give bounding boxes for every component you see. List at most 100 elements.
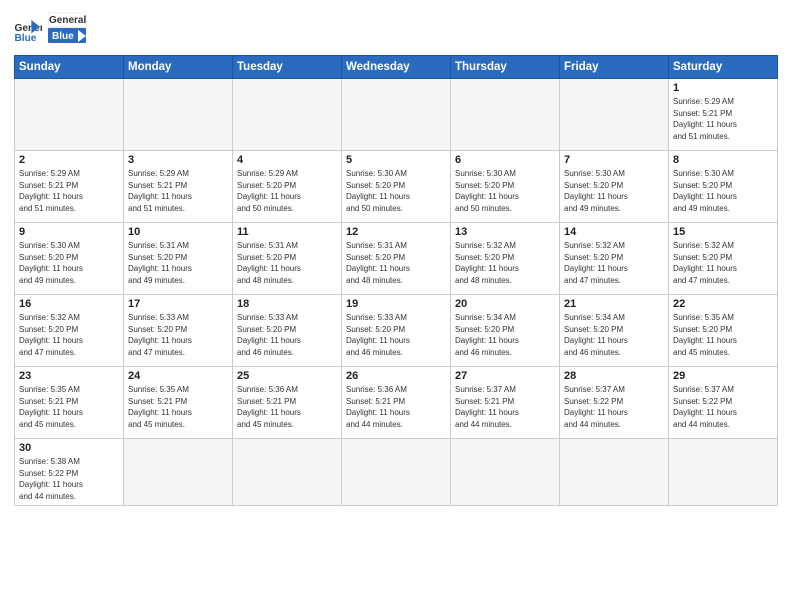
calendar-week-row: 9 Sunrise: 5:30 AM Sunset: 5:20 PM Daylig… [15,223,778,295]
day-number: 19 [346,298,446,310]
calendar-cell [451,439,560,506]
svg-text:Blue: Blue [14,33,36,42]
day-info: Sunrise: 5:29 AM Sunset: 5:21 PM Dayligh… [673,96,773,142]
day-info: Sunrise: 5:33 AM Sunset: 5:20 PM Dayligh… [237,312,337,358]
day-info: Sunrise: 5:30 AM Sunset: 5:20 PM Dayligh… [346,168,446,214]
calendar-cell: 28Sunrise: 5:37 AM Sunset: 5:22 PM Dayli… [560,367,669,439]
day-info: Sunrise: 5:36 AM Sunset: 5:21 PM Dayligh… [237,384,337,430]
logo-area: General Blue General Blue [14,12,88,49]
weekday-header-thursday: Thursday [451,56,560,79]
calendar-cell: 19 Sunrise: 5:33 AM Sunset: 5:20 PM Dayli… [342,295,451,367]
calendar-week-row: 23Sunrise: 5:35 AM Sunset: 5:21 PM Dayli… [15,367,778,439]
weekday-header-saturday: Saturday [669,56,778,79]
day-number: 27 [455,370,555,382]
calendar-cell: 5Sunrise: 5:30 AM Sunset: 5:20 PM Daylig… [342,151,451,223]
svg-text:Blue: Blue [52,31,74,42]
day-number: 25 [237,370,337,382]
calendar-cell: 11 Sunrise: 5:31 AM Sunset: 5:20 PM Dayli… [233,223,342,295]
calendar-cell: 30 Sunrise: 5:38 AM Sunset: 5:22 PM Dayli… [15,439,124,506]
svg-text:General: General [49,15,86,26]
day-number: 8 [673,154,773,166]
calendar-cell [124,79,233,151]
day-number: 26 [346,370,446,382]
calendar-header-row: SundayMondayTuesdayWednesdayThursdayFrid… [15,56,778,79]
weekday-header-wednesday: Wednesday [342,56,451,79]
day-number: 21 [564,298,664,310]
calendar-cell: 23Sunrise: 5:35 AM Sunset: 5:21 PM Dayli… [15,367,124,439]
day-info: Sunrise: 5:30 AM Sunset: 5:20 PM Dayligh… [19,240,119,286]
weekday-header-sunday: Sunday [15,56,124,79]
day-info: Sunrise: 5:33 AM Sunset: 5:20 PM Dayligh… [128,312,228,358]
calendar-cell: 1 Sunrise: 5:29 AM Sunset: 5:21 PM Daylig… [669,79,778,151]
calendar-cell: 7Sunrise: 5:30 AM Sunset: 5:20 PM Daylig… [560,151,669,223]
day-number: 6 [455,154,555,166]
day-info: Sunrise: 5:30 AM Sunset: 5:20 PM Dayligh… [455,168,555,214]
calendar-cell: 10Sunrise: 5:31 AM Sunset: 5:20 PM Dayli… [124,223,233,295]
day-number: 2 [19,154,119,166]
calendar-week-row: 1 Sunrise: 5:29 AM Sunset: 5:21 PM Daylig… [15,79,778,151]
day-number: 15 [673,226,773,238]
day-info: Sunrise: 5:32 AM Sunset: 5:20 PM Dayligh… [564,240,664,286]
calendar-week-row: 2 Sunrise: 5:29 AM Sunset: 5:21 PM Daylig… [15,151,778,223]
calendar-cell: 15 Sunrise: 5:32 AM Sunset: 5:20 PM Dayli… [669,223,778,295]
calendar-cell [451,79,560,151]
day-info: Sunrise: 5:29 AM Sunset: 5:20 PM Dayligh… [237,168,337,214]
day-number: 1 [673,82,773,94]
day-info: Sunrise: 5:35 AM Sunset: 5:21 PM Dayligh… [19,384,119,430]
calendar-cell [560,439,669,506]
calendar-cell [342,439,451,506]
day-number: 24 [128,370,228,382]
calendar-cell: 4Sunrise: 5:29 AM Sunset: 5:20 PM Daylig… [233,151,342,223]
day-info: Sunrise: 5:35 AM Sunset: 5:21 PM Dayligh… [128,384,228,430]
day-number: 11 [237,226,337,238]
day-number: 13 [455,226,555,238]
day-number: 17 [128,298,228,310]
calendar-cell: 27 Sunrise: 5:37 AM Sunset: 5:21 PM Dayli… [451,367,560,439]
day-number: 30 [19,442,119,454]
day-number: 16 [19,298,119,310]
day-info: Sunrise: 5:34 AM Sunset: 5:20 PM Dayligh… [564,312,664,358]
day-info: Sunrise: 5:31 AM Sunset: 5:20 PM Dayligh… [237,240,337,286]
calendar-table: SundayMondayTuesdayWednesdayThursdayFrid… [14,55,778,506]
day-info: Sunrise: 5:31 AM Sunset: 5:20 PM Dayligh… [346,240,446,286]
day-info: Sunrise: 5:32 AM Sunset: 5:20 PM Dayligh… [455,240,555,286]
calendar-cell: 9 Sunrise: 5:30 AM Sunset: 5:20 PM Daylig… [15,223,124,295]
day-info: Sunrise: 5:29 AM Sunset: 5:21 PM Dayligh… [128,168,228,214]
day-info: Sunrise: 5:32 AM Sunset: 5:20 PM Dayligh… [673,240,773,286]
day-info: Sunrise: 5:37 AM Sunset: 5:21 PM Dayligh… [455,384,555,430]
calendar-cell [560,79,669,151]
weekday-header-monday: Monday [124,56,233,79]
calendar-cell: 18 Sunrise: 5:33 AM Sunset: 5:20 PM Dayli… [233,295,342,367]
calendar-cell: 25 Sunrise: 5:36 AM Sunset: 5:21 PM Dayli… [233,367,342,439]
day-number: 3 [128,154,228,166]
calendar-cell: 6 Sunrise: 5:30 AM Sunset: 5:20 PM Daylig… [451,151,560,223]
weekday-header-tuesday: Tuesday [233,56,342,79]
day-info: Sunrise: 5:38 AM Sunset: 5:22 PM Dayligh… [19,456,119,502]
page: General Blue General Blue SundayMonda [0,0,792,612]
calendar-cell: 22Sunrise: 5:35 AM Sunset: 5:20 PM Dayli… [669,295,778,367]
day-info: Sunrise: 5:37 AM Sunset: 5:22 PM Dayligh… [673,384,773,430]
calendar-cell: 16 Sunrise: 5:32 AM Sunset: 5:20 PM Dayli… [15,295,124,367]
day-info: Sunrise: 5:30 AM Sunset: 5:20 PM Dayligh… [673,168,773,214]
calendar-cell [669,439,778,506]
weekday-header-friday: Friday [560,56,669,79]
day-info: Sunrise: 5:32 AM Sunset: 5:20 PM Dayligh… [19,312,119,358]
calendar-cell: 3 Sunrise: 5:29 AM Sunset: 5:21 PM Daylig… [124,151,233,223]
calendar-cell [15,79,124,151]
day-number: 10 [128,226,228,238]
calendar-cell [124,439,233,506]
calendar-cell: 21 Sunrise: 5:34 AM Sunset: 5:20 PM Dayli… [560,295,669,367]
calendar-week-row: 16 Sunrise: 5:32 AM Sunset: 5:20 PM Dayli… [15,295,778,367]
day-number: 14 [564,226,664,238]
day-number: 20 [455,298,555,310]
day-number: 12 [346,226,446,238]
day-number: 18 [237,298,337,310]
day-info: Sunrise: 5:36 AM Sunset: 5:21 PM Dayligh… [346,384,446,430]
calendar-cell: 17 Sunrise: 5:33 AM Sunset: 5:20 PM Dayli… [124,295,233,367]
day-info: Sunrise: 5:33 AM Sunset: 5:20 PM Dayligh… [346,312,446,358]
day-number: 9 [19,226,119,238]
calendar-cell: 12 Sunrise: 5:31 AM Sunset: 5:20 PM Dayli… [342,223,451,295]
day-number: 7 [564,154,664,166]
calendar-cell [233,439,342,506]
calendar-cell: 2Sunrise: 5:29 AM Sunset: 5:21 PM Daylig… [15,151,124,223]
